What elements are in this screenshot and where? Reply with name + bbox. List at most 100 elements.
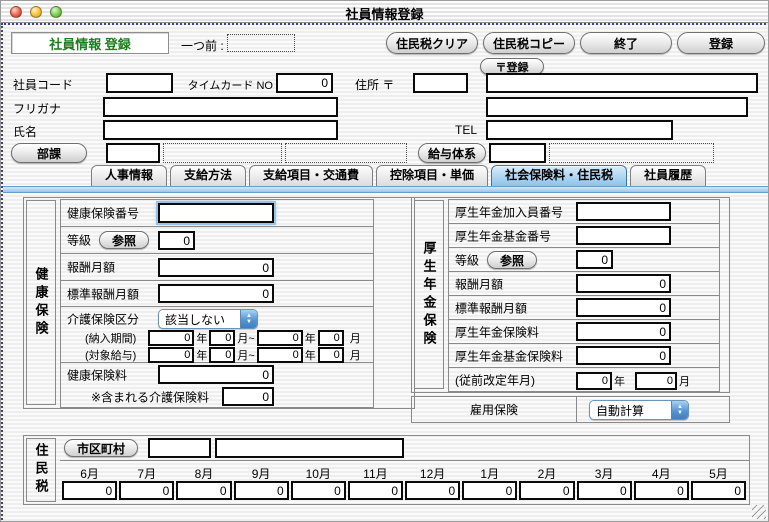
pension-rows: 厚生年金加入員番号 厚生年金基金番号 等級 参照 0 報酬月額 0 標準 xyxy=(448,199,720,392)
tab-employee-history[interactable]: 社員履歴 xyxy=(630,165,706,186)
month-header: 11月 xyxy=(348,465,403,482)
month-header: 8月 xyxy=(176,465,231,482)
resident-tax-copy-button[interactable]: 住民税コピー xyxy=(483,32,575,54)
city-code-field[interactable] xyxy=(148,438,211,458)
department-button[interactable]: 部課 xyxy=(11,143,87,163)
window-content: 社員情報 登録 一つ前 : 住民税クリア 住民税コピー 終了 登録 〒登録 社員… xyxy=(1,23,769,522)
exit-button[interactable]: 終了 xyxy=(580,32,672,54)
pension-group-label: 厚生年金保険 xyxy=(414,200,444,389)
pay-system-button[interactable]: 給与体系 xyxy=(418,143,486,163)
pension-revision-month-field[interactable]: 0 xyxy=(635,372,677,390)
register-button[interactable]: 登録 xyxy=(677,32,765,54)
resident-tax-clear-button[interactable]: 住民税クリア xyxy=(386,32,478,54)
furigana-field[interactable] xyxy=(103,97,338,117)
health-grade-field[interactable]: 0 xyxy=(158,231,195,250)
month-header: 6月 xyxy=(62,465,117,482)
year-suffix: 年 xyxy=(196,347,207,363)
pension-grade-reference-button[interactable]: 参照 xyxy=(487,251,537,269)
health-monthly-field[interactable]: 0 xyxy=(158,258,274,277)
month-value-field[interactable]: 0 xyxy=(405,481,460,500)
pension-monthly-field[interactable]: 0 xyxy=(576,274,671,293)
city-name-field[interactable] xyxy=(215,438,404,458)
month-header: 3月 xyxy=(577,465,632,482)
tab-bar: 人事情報 支給方法 支給項目・交通費 控除項目・単価 社会保険料・住民税 社員履… xyxy=(91,165,709,186)
care-category-select[interactable]: 該当しない ▲▼ xyxy=(158,309,258,329)
month-value-field[interactable]: 0 xyxy=(62,481,117,500)
tab-social-insurance-resident-tax[interactable]: 社会保険料・住民税 xyxy=(491,165,627,186)
name-field[interactable] xyxy=(103,120,338,140)
window-title: 社員情報登録 xyxy=(1,4,768,23)
target-salary-row: (対象給与) 0 年 0 月~ 0 年 0 月 xyxy=(83,346,363,363)
pension-fund-premium-field[interactable]: 0 xyxy=(576,346,671,365)
target-salary-to-month-field[interactable]: 0 xyxy=(318,347,344,363)
pension-fund-number-field[interactable] xyxy=(576,226,671,245)
payment-period-to-year-field[interactable]: 0 xyxy=(257,330,303,346)
city-button[interactable]: 市区町村 xyxy=(64,439,138,457)
health-grade-reference-button[interactable]: 参照 xyxy=(99,231,149,249)
month-value-field[interactable]: 0 xyxy=(176,481,231,500)
address1-field[interactable] xyxy=(486,73,758,93)
address2-field[interactable] xyxy=(486,97,748,117)
year-suffix: 年 xyxy=(305,330,316,346)
name-label: 氏名 xyxy=(13,123,37,140)
tel-field[interactable] xyxy=(486,120,673,140)
target-salary-from-month-field[interactable]: 0 xyxy=(209,347,235,363)
pension-grade-label: 等級 xyxy=(455,251,479,268)
health-insurance-group-label: 健康保険 xyxy=(26,200,56,405)
payment-period-from-year-field[interactable]: 0 xyxy=(148,330,194,346)
resident-tax-panel: 住民税 市区町村 6月 7月 8月 9月 10月 11月 12月 1月 2月 3… xyxy=(23,435,750,505)
health-insurance-panel: 健康保険 健康保険番号 等級 参照 0 報酬月額 0 標準報酬月額 xyxy=(23,197,415,409)
pension-member-number-label: 厚生年金加入員番号 xyxy=(455,203,563,220)
resize-grip-icon[interactable] xyxy=(752,505,766,519)
tab-personnel-info[interactable]: 人事情報 xyxy=(91,165,167,186)
target-salary-to-year-field[interactable]: 0 xyxy=(257,347,303,363)
month-header: 2月 xyxy=(519,465,574,482)
pension-revision-label: (従前改定年月) xyxy=(455,372,535,389)
prev-record-field[interactable] xyxy=(227,34,295,52)
health-premium-field[interactable]: 0 xyxy=(158,365,274,384)
payment-period-row: (納入期間) 0 年 0 月~ 0 年 0 月 xyxy=(83,329,363,346)
month-header: 4月 xyxy=(634,465,689,482)
zip-code-field[interactable] xyxy=(413,73,468,93)
employment-insurance-select[interactable]: 自動計算 ▲▼ xyxy=(589,400,689,420)
month-tilde-suffix: 月~ xyxy=(237,347,254,363)
employment-insurance-value: 自動計算 xyxy=(590,402,671,419)
page-title: 社員情報 登録 xyxy=(11,32,169,54)
tel-label: TEL xyxy=(455,123,477,137)
health-monthly-label: 報酬月額 xyxy=(67,259,115,276)
pension-standard-monthly-label: 標準報酬月額 xyxy=(455,299,527,316)
month-header: 12月 xyxy=(405,465,460,482)
prev-label: 一つ前 : xyxy=(181,37,224,54)
month-value-field[interactable]: 0 xyxy=(291,481,346,500)
month-value-field[interactable]: 0 xyxy=(119,481,174,500)
month-value-field[interactable]: 0 xyxy=(348,481,403,500)
care-premium-field[interactable]: 0 xyxy=(222,387,274,406)
month-value-field[interactable]: 0 xyxy=(234,481,289,500)
month-value-field[interactable]: 0 xyxy=(577,481,632,500)
department-code-field[interactable] xyxy=(106,143,160,163)
department-name-field xyxy=(163,143,282,163)
pension-standard-monthly-field[interactable]: 0 xyxy=(576,298,671,317)
tab-payment-method[interactable]: 支給方法 xyxy=(170,165,246,186)
payment-period-from-month-field[interactable]: 0 xyxy=(209,330,235,346)
pension-member-number-field[interactable] xyxy=(576,202,671,221)
tab-underline xyxy=(3,186,768,193)
tab-payment-items-commute[interactable]: 支給項目・交通費 xyxy=(249,165,373,186)
timecard-field[interactable]: 0 xyxy=(276,73,333,93)
target-salary-from-year-field[interactable]: 0 xyxy=(148,347,194,363)
pension-grade-field[interactable]: 0 xyxy=(576,250,613,269)
pay-system-code-field[interactable] xyxy=(489,143,546,163)
pension-premium-field[interactable]: 0 xyxy=(576,322,671,341)
month-value-field[interactable]: 0 xyxy=(691,481,746,500)
pension-revision-year-field[interactable]: 0 xyxy=(576,372,612,390)
month-value-field[interactable]: 0 xyxy=(462,481,517,500)
emp-code-field[interactable] xyxy=(106,73,173,93)
month-value-field[interactable]: 0 xyxy=(519,481,574,500)
health-standard-monthly-field[interactable]: 0 xyxy=(158,284,274,303)
payment-period-to-month-field[interactable]: 0 xyxy=(318,330,344,346)
month-value-field[interactable]: 0 xyxy=(634,481,689,500)
pension-fund-premium-label: 厚生年金基金保険料 xyxy=(455,347,563,364)
health-insurance-rows: 健康保険番号 等級 参照 0 報酬月額 0 標準報酬月額 0 介護 xyxy=(60,199,374,408)
tab-deduction-items-unit[interactable]: 控除項目・単価 xyxy=(376,165,488,186)
health-number-field[interactable] xyxy=(158,203,274,223)
